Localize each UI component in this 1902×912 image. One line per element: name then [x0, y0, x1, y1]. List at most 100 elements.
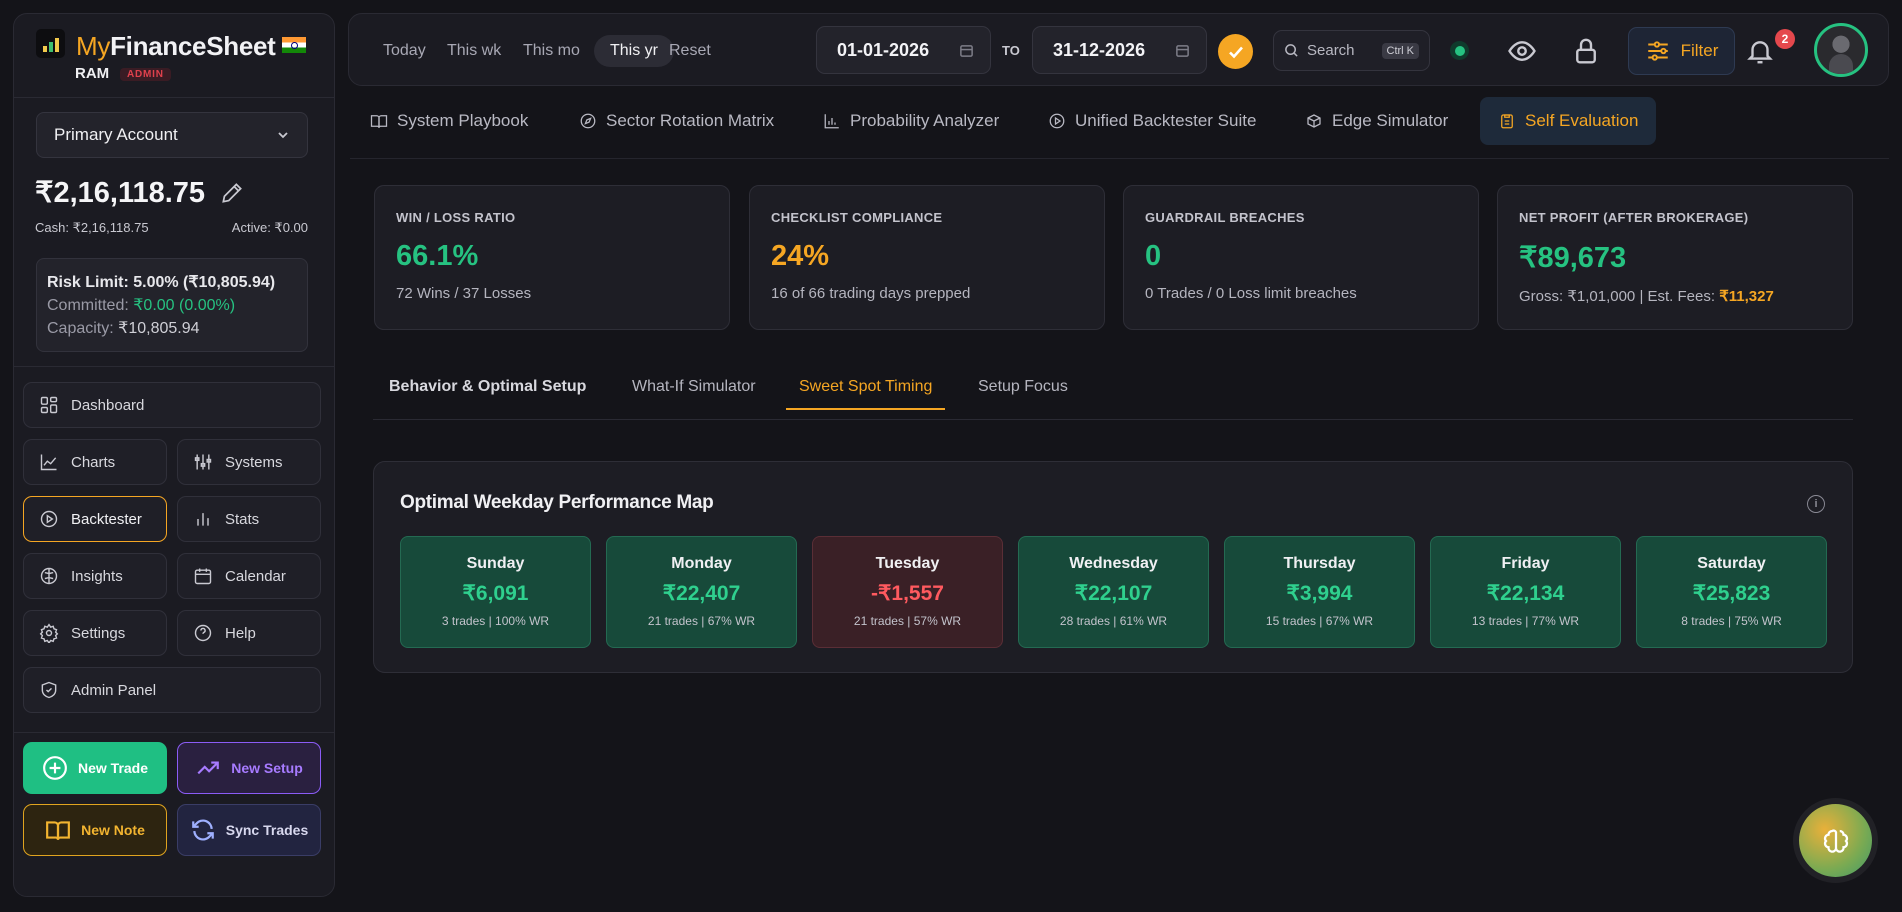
account-select[interactable]: Primary Account — [36, 112, 308, 158]
new-setup-button[interactable]: New Setup — [177, 742, 321, 794]
subtab-what-if-simulator[interactable]: What-If Simulator — [619, 378, 769, 410]
sync-trades-button[interactable]: Sync Trades — [177, 804, 321, 856]
top-bar: Today This wk This mo This yr Reset 01-0… — [348, 13, 1889, 86]
fee-value: ₹11,327 — [1719, 288, 1774, 305]
sidebar-item-help[interactable]: Help — [177, 610, 321, 656]
sidebar-item-admin-panel[interactable]: Admin Panel — [23, 667, 321, 713]
ai-assistant-button[interactable] — [1799, 804, 1872, 877]
weekday-card-thursday: Thursday ₹3,994 15 trades | 67% WR — [1224, 536, 1415, 648]
divider — [350, 158, 1889, 159]
weekday-performance-panel: Optimal Weekday Performance Map i Sunday… — [373, 461, 1853, 673]
sidebar-item-charts[interactable]: Charts — [23, 439, 167, 485]
notifications-button[interactable] — [1745, 36, 1775, 66]
subtab-setup-focus[interactable]: Setup Focus — [965, 378, 1081, 410]
weekday-card-saturday: Saturday ₹25,823 8 trades | 75% WR — [1636, 536, 1827, 648]
info-icon[interactable]: i — [1807, 495, 1825, 513]
line-chart-icon — [40, 454, 57, 471]
divider — [373, 419, 1853, 420]
role-badge: ADMIN — [120, 68, 171, 81]
sidebar-item-backtester[interactable]: Backtester — [23, 496, 167, 542]
weekday-card-wednesday: Wednesday ₹22,107 28 trades | 61% WR — [1018, 536, 1209, 648]
grid-icon — [40, 396, 58, 414]
new-note-button[interactable]: New Note — [23, 804, 167, 856]
chevron-down-icon — [278, 132, 288, 139]
committed-line: Committed: ₹0.00 (0.00%) — [47, 297, 236, 314]
account-balance: ₹2,16,118.75 — [35, 175, 245, 210]
sidebar-item-dashboard[interactable]: Dashboard — [23, 382, 321, 428]
stat-value: ₹89,673 — [1519, 242, 1627, 274]
calendar-icon — [960, 44, 973, 57]
end-date-field[interactable]: 31-12-2026 — [1032, 26, 1207, 74]
weekday-card-tuesday: Tuesday -₹1,557 21 trades | 57% WR — [812, 536, 1003, 648]
sliders-icon — [194, 454, 212, 470]
scrollbar[interactable] — [1891, 0, 1902, 912]
tab-probability-analyzer[interactable]: Probability Analyzer — [805, 97, 1017, 145]
subtab-sweet-spot-timing[interactable]: Sweet Spot Timing — [786, 378, 946, 410]
sidebar-item-insights[interactable]: Insights — [23, 553, 167, 599]
date-range-separator: TO — [1002, 43, 1020, 58]
book-icon — [370, 115, 388, 128]
eye-icon — [1508, 41, 1536, 61]
stat-card-net-profit: NET PROFIT (AFTER BROKERAGE) ₹89,673 Gro… — [1497, 185, 1853, 330]
lock-button[interactable] — [1571, 36, 1601, 66]
stat-value: 66.1% — [396, 240, 479, 272]
user-avatar[interactable] — [1814, 23, 1868, 77]
stat-card-guardrail: GUARDRAIL BREACHES 0 0 Trades / 0 Loss l… — [1123, 185, 1479, 330]
tab-system-playbook[interactable]: System Playbook — [352, 97, 546, 145]
search-icon — [1285, 44, 1298, 57]
connection-status-indicator — [1450, 41, 1469, 60]
tab-sector-rotation-matrix[interactable]: Sector Rotation Matrix — [561, 97, 792, 145]
keyboard-shortcut: Ctrl K — [1381, 42, 1419, 59]
compass-icon — [580, 113, 596, 129]
sidebar-item-stats[interactable]: Stats — [177, 496, 321, 542]
refresh-icon — [191, 819, 214, 841]
range-this-month[interactable]: This mo — [507, 35, 596, 67]
stat-card-checklist: CHECKLIST COMPLIANCE 24% 16 of 66 tradin… — [749, 185, 1105, 330]
stat-title: CHECKLIST COMPLIANCE — [771, 210, 943, 225]
filter-button[interactable]: Filter — [1628, 27, 1735, 75]
brain-icon — [1823, 828, 1848, 853]
stat-value: 24% — [771, 240, 830, 272]
start-date-field[interactable]: 01-01-2026 — [816, 26, 991, 74]
logo-icon — [36, 29, 65, 58]
stat-title: WIN / LOSS RATIO — [396, 210, 516, 225]
sidebar-item-systems[interactable]: Systems — [177, 439, 321, 485]
brand-header: MyFinanceSheet RAM ADMIN — [14, 14, 334, 98]
sidebar-item-calendar[interactable]: Calendar — [177, 553, 321, 599]
active-amount: Active: ₹0.00 — [231, 220, 308, 235]
check-icon — [1228, 46, 1243, 58]
calendar-icon — [1176, 44, 1189, 57]
account-select-value: Primary Account — [54, 125, 178, 144]
brain-icon — [40, 567, 58, 585]
tab-unified-backtester-suite[interactable]: Unified Backtester Suite — [1030, 97, 1274, 145]
calendar-icon — [194, 568, 212, 585]
book-open-icon — [46, 821, 71, 840]
apply-date-button[interactable] — [1218, 34, 1253, 69]
cube-icon — [1307, 114, 1321, 128]
tab-edge-simulator[interactable]: Edge Simulator — [1287, 97, 1466, 145]
new-trade-button[interactable]: New Trade — [23, 742, 167, 794]
range-reset[interactable]: Reset — [653, 35, 727, 67]
range-this-week[interactable]: This wk — [431, 35, 517, 67]
bar-chart-icon — [197, 513, 209, 526]
visibility-toggle[interactable] — [1507, 36, 1537, 66]
risk-summary: Risk Limit: 5.00% (₹10,805.94) Committed… — [36, 258, 308, 352]
sidebar: MyFinanceSheet RAM ADMIN Primary Account… — [13, 13, 335, 897]
sidebar-item-settings[interactable]: Settings — [23, 610, 167, 656]
bell-icon — [1747, 41, 1773, 64]
stat-subtext: 0 Trades / 0 Loss limit breaches — [1145, 285, 1357, 302]
edit-pencil-icon[interactable] — [219, 180, 245, 206]
clipboard-icon — [1501, 114, 1513, 129]
stat-title: GUARDRAIL BREACHES — [1145, 210, 1305, 225]
cash-amount: Cash: ₹2,16,118.75 — [35, 220, 149, 235]
subtab-behavior-optimal-setup[interactable]: Behavior & Optimal Setup — [376, 378, 599, 410]
help-circle-icon — [194, 624, 212, 642]
weekday-card-monday: Monday ₹22,407 21 trades | 67% WR — [606, 536, 797, 648]
notification-count-badge: 2 — [1775, 29, 1795, 49]
search-button[interactable]: Search Ctrl K — [1273, 30, 1430, 71]
tab-self-evaluation[interactable]: Self Evaluation — [1480, 97, 1657, 145]
panel-title: Optimal Weekday Performance Map — [400, 492, 714, 513]
bar-chart-icon — [824, 114, 839, 129]
stat-subtext: 16 of 66 trading days prepped — [771, 285, 971, 302]
trending-up-icon — [197, 761, 220, 775]
